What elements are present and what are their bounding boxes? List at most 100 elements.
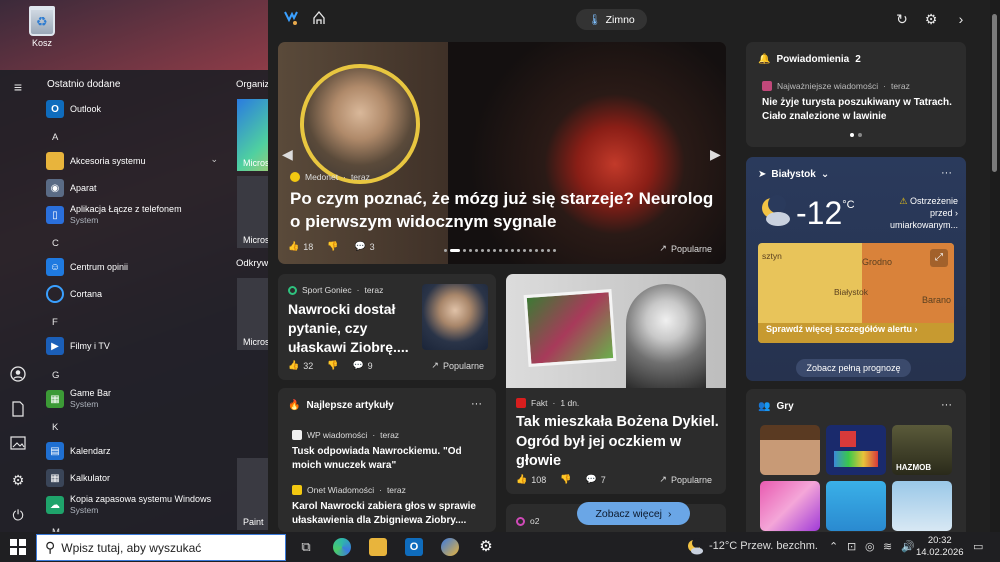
hero-source-name: Medonet: [305, 172, 339, 182]
game-tile-makeup[interactable]: [760, 481, 820, 531]
outlook-taskbar-icon[interactable]: O: [405, 538, 423, 556]
article-card-dykiel[interactable]: Fakt · 1 dn. Tak mieszkała Bożena Dykiel. …: [506, 274, 726, 494]
letter-k[interactable]: K: [52, 422, 58, 433]
app-label: Centrum opinii: [70, 261, 129, 272]
game-tile-blocks[interactable]: [826, 425, 886, 475]
app-game-bar[interactable]: ▦ Game Bar System: [46, 386, 230, 412]
tile-microsoft-1[interactable]: Micros: [237, 99, 268, 171]
app-taskbar-icon[interactable]: [441, 538, 459, 556]
panel-scrollbar[interactable]: [990, 0, 1000, 532]
like-icon[interactable]: 👍: [288, 241, 299, 252]
top-article-title[interactable]: Tusk odpowiada Nawrockiemu. "Od moich wn…: [292, 445, 488, 473]
dislike-icon[interactable]: 👎: [327, 360, 338, 371]
comment-icon[interactable]: 💬: [354, 241, 365, 252]
task-view-icon[interactable]: ⧉: [297, 538, 315, 556]
letter-g[interactable]: G: [52, 370, 59, 381]
user-account-icon[interactable]: [9, 366, 27, 384]
game-tile-cartoon[interactable]: [826, 481, 886, 531]
weather-alert[interactable]: ⚠ Ostrzeżenie przed › umiarkowanym...: [884, 195, 958, 231]
tile-microsoft-3[interactable]: Micros: [237, 278, 268, 350]
panel-header: 🌡 Zimno ↻ ⚙ ›: [268, 0, 1000, 38]
edge-browser-icon[interactable]: [333, 538, 351, 556]
full-forecast-button[interactable]: Zobacz pełną prognozę: [796, 359, 911, 377]
weather-alert-link[interactable]: Sprawdź więcej szczegółów alertu ›: [766, 324, 918, 334]
app-aparat[interactable]: ◉ Aparat: [46, 175, 230, 201]
app-lacze-z-telefonem[interactable]: ▯ Aplikacja Łącze z telefonem System: [46, 202, 230, 228]
taskbar-search-box[interactable]: ⚲ Wpisz tutaj, aby wyszukać: [36, 534, 286, 561]
app-centrum-opinii[interactable]: ☺ Centrum opinii: [46, 254, 230, 280]
volume-icon[interactable]: 🔊: [901, 540, 915, 553]
clock[interactable]: 20:32 14.02.2026: [916, 535, 964, 559]
chevron-up-icon[interactable]: ⌃: [829, 540, 838, 553]
top-article-title[interactable]: Karol Nawrocki zabiera głos w sprawie uł…: [292, 500, 488, 528]
settings-gear-icon[interactable]: ⚙: [9, 471, 27, 489]
hamburger-menu-icon[interactable]: ≡: [9, 78, 27, 96]
more-options-icon[interactable]: ···: [471, 398, 482, 410]
notifications-card[interactable]: 🔔 Powiadomienia 2 Najważniejsze wiadomoś…: [746, 42, 966, 147]
file-explorer-icon[interactable]: [369, 538, 387, 556]
carousel-prev-icon[interactable]: ◀: [282, 146, 293, 163]
app-akcesoria-systemu[interactable]: Akcesoria systemu ⌄: [46, 148, 230, 174]
weather-taskbar-icon[interactable]: [686, 538, 704, 556]
recycle-bin[interactable]: Kosz: [22, 6, 62, 48]
dislike-icon[interactable]: 👎: [327, 241, 338, 252]
hero-article-card[interactable]: ◀ ▶ Medonet · teraz Po czym poznać, że m…: [278, 42, 726, 264]
trending-icon: ↗: [659, 243, 667, 253]
more-options-icon[interactable]: ···: [941, 167, 952, 179]
comment-icon[interactable]: 💬: [585, 474, 596, 485]
notification-center-icon[interactable]: ▭: [973, 540, 983, 553]
pictures-icon[interactable]: [9, 436, 27, 454]
game-tile-blocky[interactable]: [760, 425, 820, 475]
discover-icon[interactable]: [310, 10, 328, 28]
weather-location[interactable]: ➤ Białystok ⌄: [758, 169, 829, 180]
app-cortana[interactable]: Cortana: [46, 281, 230, 307]
scrollbar-thumb[interactable]: [992, 14, 997, 172]
windows-start-icon[interactable]: [9, 538, 27, 556]
chevron-right-icon[interactable]: ›: [952, 10, 970, 28]
settings-taskbar-icon[interactable]: ⚙: [477, 538, 495, 556]
app-kalendarz[interactable]: ▤ Kalendarz: [46, 438, 230, 464]
game-tile-stickman[interactable]: [892, 481, 952, 531]
weather-taskbar-text[interactable]: -12°C Przew. bezchm.: [709, 540, 818, 552]
card-title[interactable]: Tak mieszkała Bożena Dykiel. Ogród był j…: [516, 413, 720, 472]
games-header: 👥 Gry: [758, 401, 794, 412]
letter-c[interactable]: C: [52, 238, 59, 249]
weather-pill[interactable]: 🌡 Zimno: [576, 9, 647, 30]
see-more-button[interactable]: Zobacz więcej ›: [577, 502, 690, 525]
tile-paint[interactable]: Paint: [237, 458, 268, 530]
more-options-icon[interactable]: ···: [941, 399, 952, 411]
game-tile-hazmob[interactable]: HAZMOB: [892, 425, 952, 475]
network-device-icon[interactable]: ⊡: [847, 540, 856, 553]
article-card-nawrocki[interactable]: Sport Goniec · teraz Nawrocki dostał pytan…: [278, 274, 496, 380]
wifi-icon[interactable]: ≋: [883, 540, 892, 553]
hero-title[interactable]: Po czym poznać, że mózg już się starzeje…: [290, 187, 720, 233]
app-kalkulator[interactable]: ▦ Kalkulator: [46, 465, 230, 491]
weather-card[interactable]: ➤ Białystok ⌄ ··· -12 °C ⚠ Ostrzeżenie p…: [746, 157, 966, 381]
tile-microsoft-2[interactable]: Micros: [237, 176, 268, 248]
power-icon[interactable]: ⏻: [9, 506, 27, 524]
like-icon[interactable]: 👍: [516, 474, 527, 485]
recent-header: Ostatnio dodane: [47, 79, 121, 90]
app-outlook[interactable]: O Outlook: [46, 96, 230, 122]
letter-f[interactable]: F: [52, 317, 58, 328]
notification-title[interactable]: Nie żyje turysta poszukiwany w Tatrach. …: [762, 96, 958, 124]
widgets-logo-icon[interactable]: [282, 10, 300, 28]
tiles-group-label: Organiz: [236, 79, 268, 90]
app-kopia-zapasowa[interactable]: ☁ Kopia zapasowa systemu Windows System: [46, 492, 230, 518]
carousel-next-icon[interactable]: ▶: [710, 146, 721, 163]
comment-icon[interactable]: 💬: [352, 360, 363, 371]
article-thumbnail: [422, 284, 488, 350]
documents-icon[interactable]: [9, 401, 27, 419]
expand-icon[interactable]: ⤢: [930, 249, 948, 267]
dislike-icon[interactable]: 👎: [560, 474, 571, 485]
app-filmy-i-tv[interactable]: ▶ Filmy i TV: [46, 333, 230, 359]
settings-gear-icon[interactable]: ⚙: [922, 10, 940, 28]
taskbar: ⚲ Wpisz tutaj, aby wyszukać ⧉ O ⚙ -12°C …: [0, 532, 1000, 562]
like-icon[interactable]: 👍: [288, 360, 299, 371]
search-placeholder: Wpisz tutaj, aby wyszukać: [61, 540, 202, 555]
letter-a[interactable]: A: [52, 132, 58, 143]
o2-logo-icon: [516, 516, 525, 526]
card-title[interactable]: Nawrocki dostał pytanie, czy ułaskawi Zi…: [288, 300, 412, 357]
meet-now-icon[interactable]: ◎: [865, 540, 875, 553]
refresh-icon[interactable]: ↻: [893, 10, 911, 28]
